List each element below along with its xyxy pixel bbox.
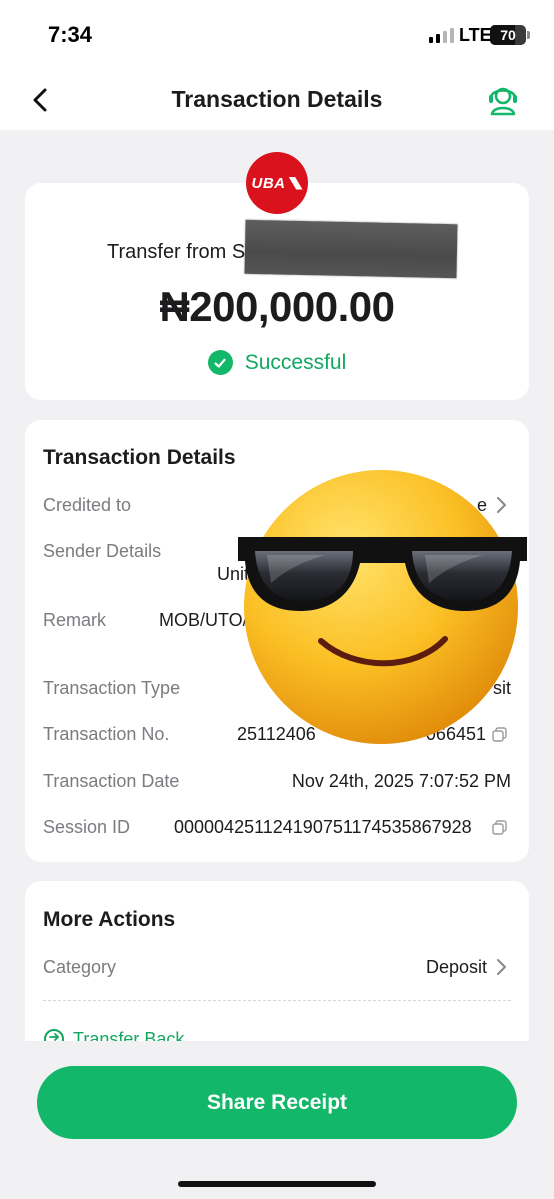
transaction-date-value: Nov 24th, 2025 7:07:52 PM [291,771,511,791]
nav-bar: Transaction Details [0,70,554,130]
status-row: Successful [0,350,554,375]
network-label: LTE [459,25,492,45]
category-label: Category [43,957,117,977]
check-circle-icon [207,350,233,375]
sender-details-label: Sender Details [43,541,162,561]
session-id-label: Session ID [43,817,131,837]
transfer-from-text: Transfer from S [107,241,246,263]
category-value[interactable]: Deposit [426,957,487,978]
divider [43,1000,511,1001]
customer-support-icon [489,87,517,116]
battery-percent: 70 [500,27,516,43]
transaction-amount: ₦200,000.00 [159,283,395,330]
battery-icon: 70 [490,25,526,45]
status-bar: 7:34 LTE 70 [0,0,554,70]
copy-icon[interactable] [492,820,507,835]
session-id-value: 000004251124190751174535867928 [174,817,472,837]
transaction-no-label: Transaction No. [43,724,170,744]
redaction-block [244,219,458,279]
support-button[interactable] [484,80,522,118]
bank-logo-mark [288,176,303,190]
details-title: Transaction Details [43,446,236,469]
chevron-right-icon[interactable] [494,958,508,976]
home-indicator [178,1181,376,1187]
status-time: 7:34 [48,22,93,47]
share-receipt-button[interactable]: Share Receipt [37,1066,517,1139]
remark-label: Remark [43,610,107,630]
transaction-date-label: Transaction Date [43,771,180,791]
signal-icon [429,28,454,43]
transaction-type-label: Transaction Type [43,678,181,698]
status-badge: Successful [244,350,347,374]
page-title: Transaction Details [171,86,383,112]
sunglasses-emoji-sticker [238,470,527,744]
bank-logo-text: UBA [251,174,286,192]
battery-tip [527,31,530,39]
more-actions-title: More Actions [43,908,176,931]
credited-to-label: Credited to [43,495,132,515]
bank-logo: UBA [246,152,308,214]
